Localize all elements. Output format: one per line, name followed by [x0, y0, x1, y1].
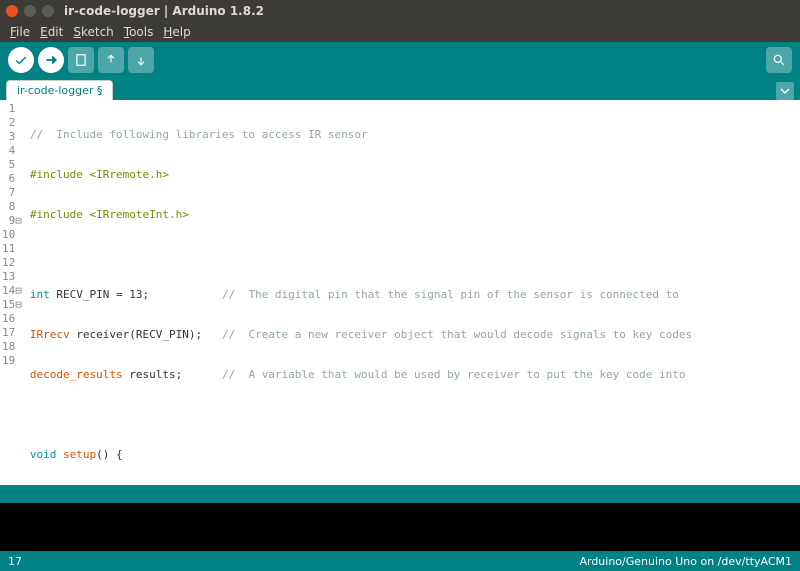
upload-button[interactable] — [38, 47, 64, 73]
maximize-icon[interactable] — [42, 5, 54, 17]
tab-sketch[interactable]: ir-code-logger § — [6, 80, 113, 100]
verify-button[interactable] — [8, 47, 34, 73]
menu-file[interactable]: File — [6, 23, 34, 41]
status-board-port: Arduino/Genuino Uno on /dev/ttyACM1 — [579, 555, 792, 568]
line-gutter: 1 2 3 4 5 6 7 8 9⊟10 11 12 13 14⊟15⊟16 1… — [0, 100, 26, 485]
serial-monitor-button[interactable] — [766, 47, 792, 73]
save-button[interactable] — [128, 47, 154, 73]
tabbar: ir-code-logger § — [0, 78, 800, 100]
console-output[interactable] — [0, 503, 800, 551]
code-editor[interactable]: 1 2 3 4 5 6 7 8 9⊟10 11 12 13 14⊟15⊟16 1… — [0, 100, 800, 485]
window-title: ir-code-logger | Arduino 1.8.2 — [64, 4, 264, 18]
minimize-icon[interactable] — [24, 5, 36, 17]
open-button[interactable] — [98, 47, 124, 73]
statusbar: 17 Arduino/Genuino Uno on /dev/ttyACM1 — [0, 551, 800, 571]
menubar: File Edit Sketch Tools Help — [0, 22, 800, 42]
menu-edit[interactable]: Edit — [36, 23, 67, 41]
titlebar: ir-code-logger | Arduino 1.8.2 — [0, 0, 800, 22]
toolbar — [0, 42, 800, 78]
new-button[interactable] — [68, 47, 94, 73]
code-area[interactable]: // Include following libraries to access… — [26, 100, 703, 485]
menu-sketch[interactable]: Sketch — [69, 23, 117, 41]
tab-menu-button[interactable] — [776, 82, 794, 100]
menu-help[interactable]: Help — [159, 23, 194, 41]
close-icon[interactable] — [6, 5, 18, 17]
menu-tools[interactable]: Tools — [120, 23, 158, 41]
status-line-number: 17 — [8, 555, 22, 568]
status-strip — [0, 485, 800, 503]
